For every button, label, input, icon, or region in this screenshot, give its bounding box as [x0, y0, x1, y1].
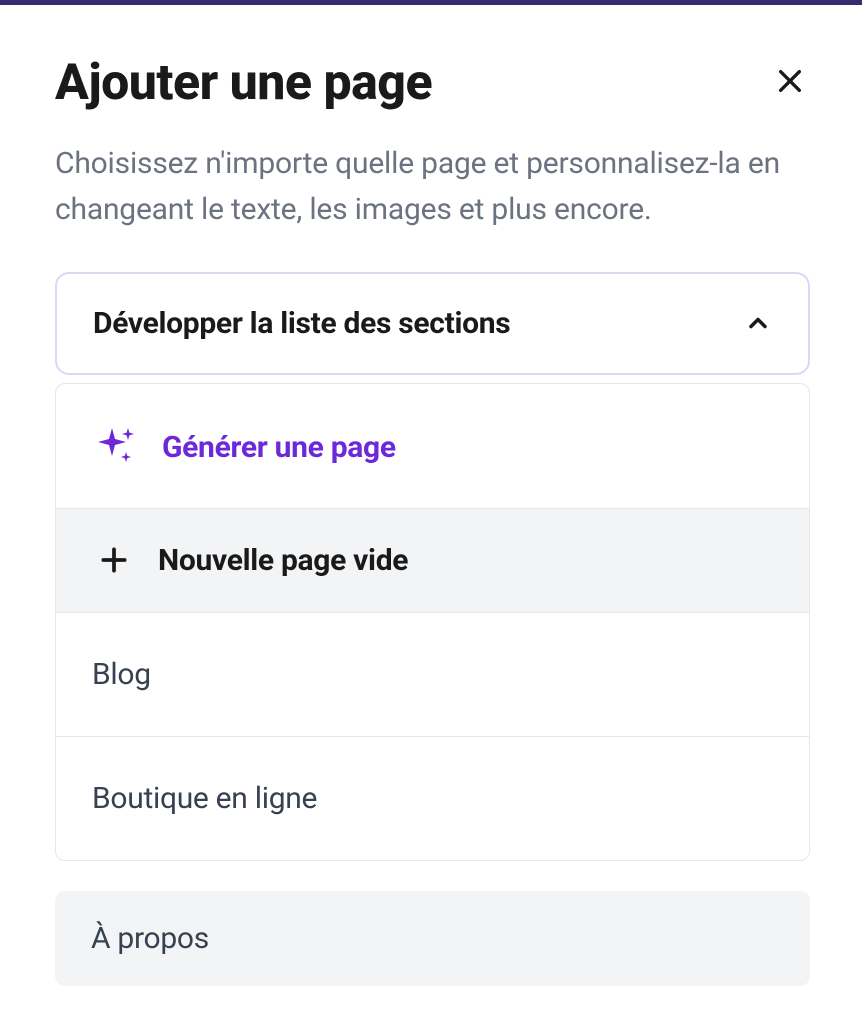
modal-description: Choisissez n'importe quelle page et pers… [55, 141, 810, 234]
sections-dropdown-toggle[interactable]: Développer la liste des sections [55, 272, 810, 375]
sparkle-icon [92, 424, 140, 472]
close-button[interactable] [770, 61, 810, 101]
blog-option[interactable]: Blog [56, 613, 809, 737]
plus-icon [92, 544, 136, 576]
blank-page-option[interactable]: Nouvelle page vide [56, 509, 809, 613]
page-options-list: Générer une page Nouvelle page vide Blog… [55, 383, 810, 861]
generate-page-label: Générer une page [162, 430, 396, 465]
add-page-modal: Ajouter une page Choisissez n'importe qu… [0, 5, 862, 986]
shop-label: Boutique en ligne [92, 781, 317, 816]
about-option[interactable]: À propos [55, 891, 810, 986]
shop-option[interactable]: Boutique en ligne [56, 737, 809, 860]
blank-page-label: Nouvelle page vide [158, 543, 408, 578]
blog-label: Blog [92, 657, 151, 692]
dropdown-label: Développer la liste des sections [93, 306, 510, 341]
about-label: À propos [91, 921, 209, 956]
generate-page-option[interactable]: Générer une page [56, 384, 809, 509]
chevron-up-icon [744, 309, 772, 337]
modal-title: Ajouter une page [55, 55, 432, 113]
close-icon [774, 65, 806, 97]
